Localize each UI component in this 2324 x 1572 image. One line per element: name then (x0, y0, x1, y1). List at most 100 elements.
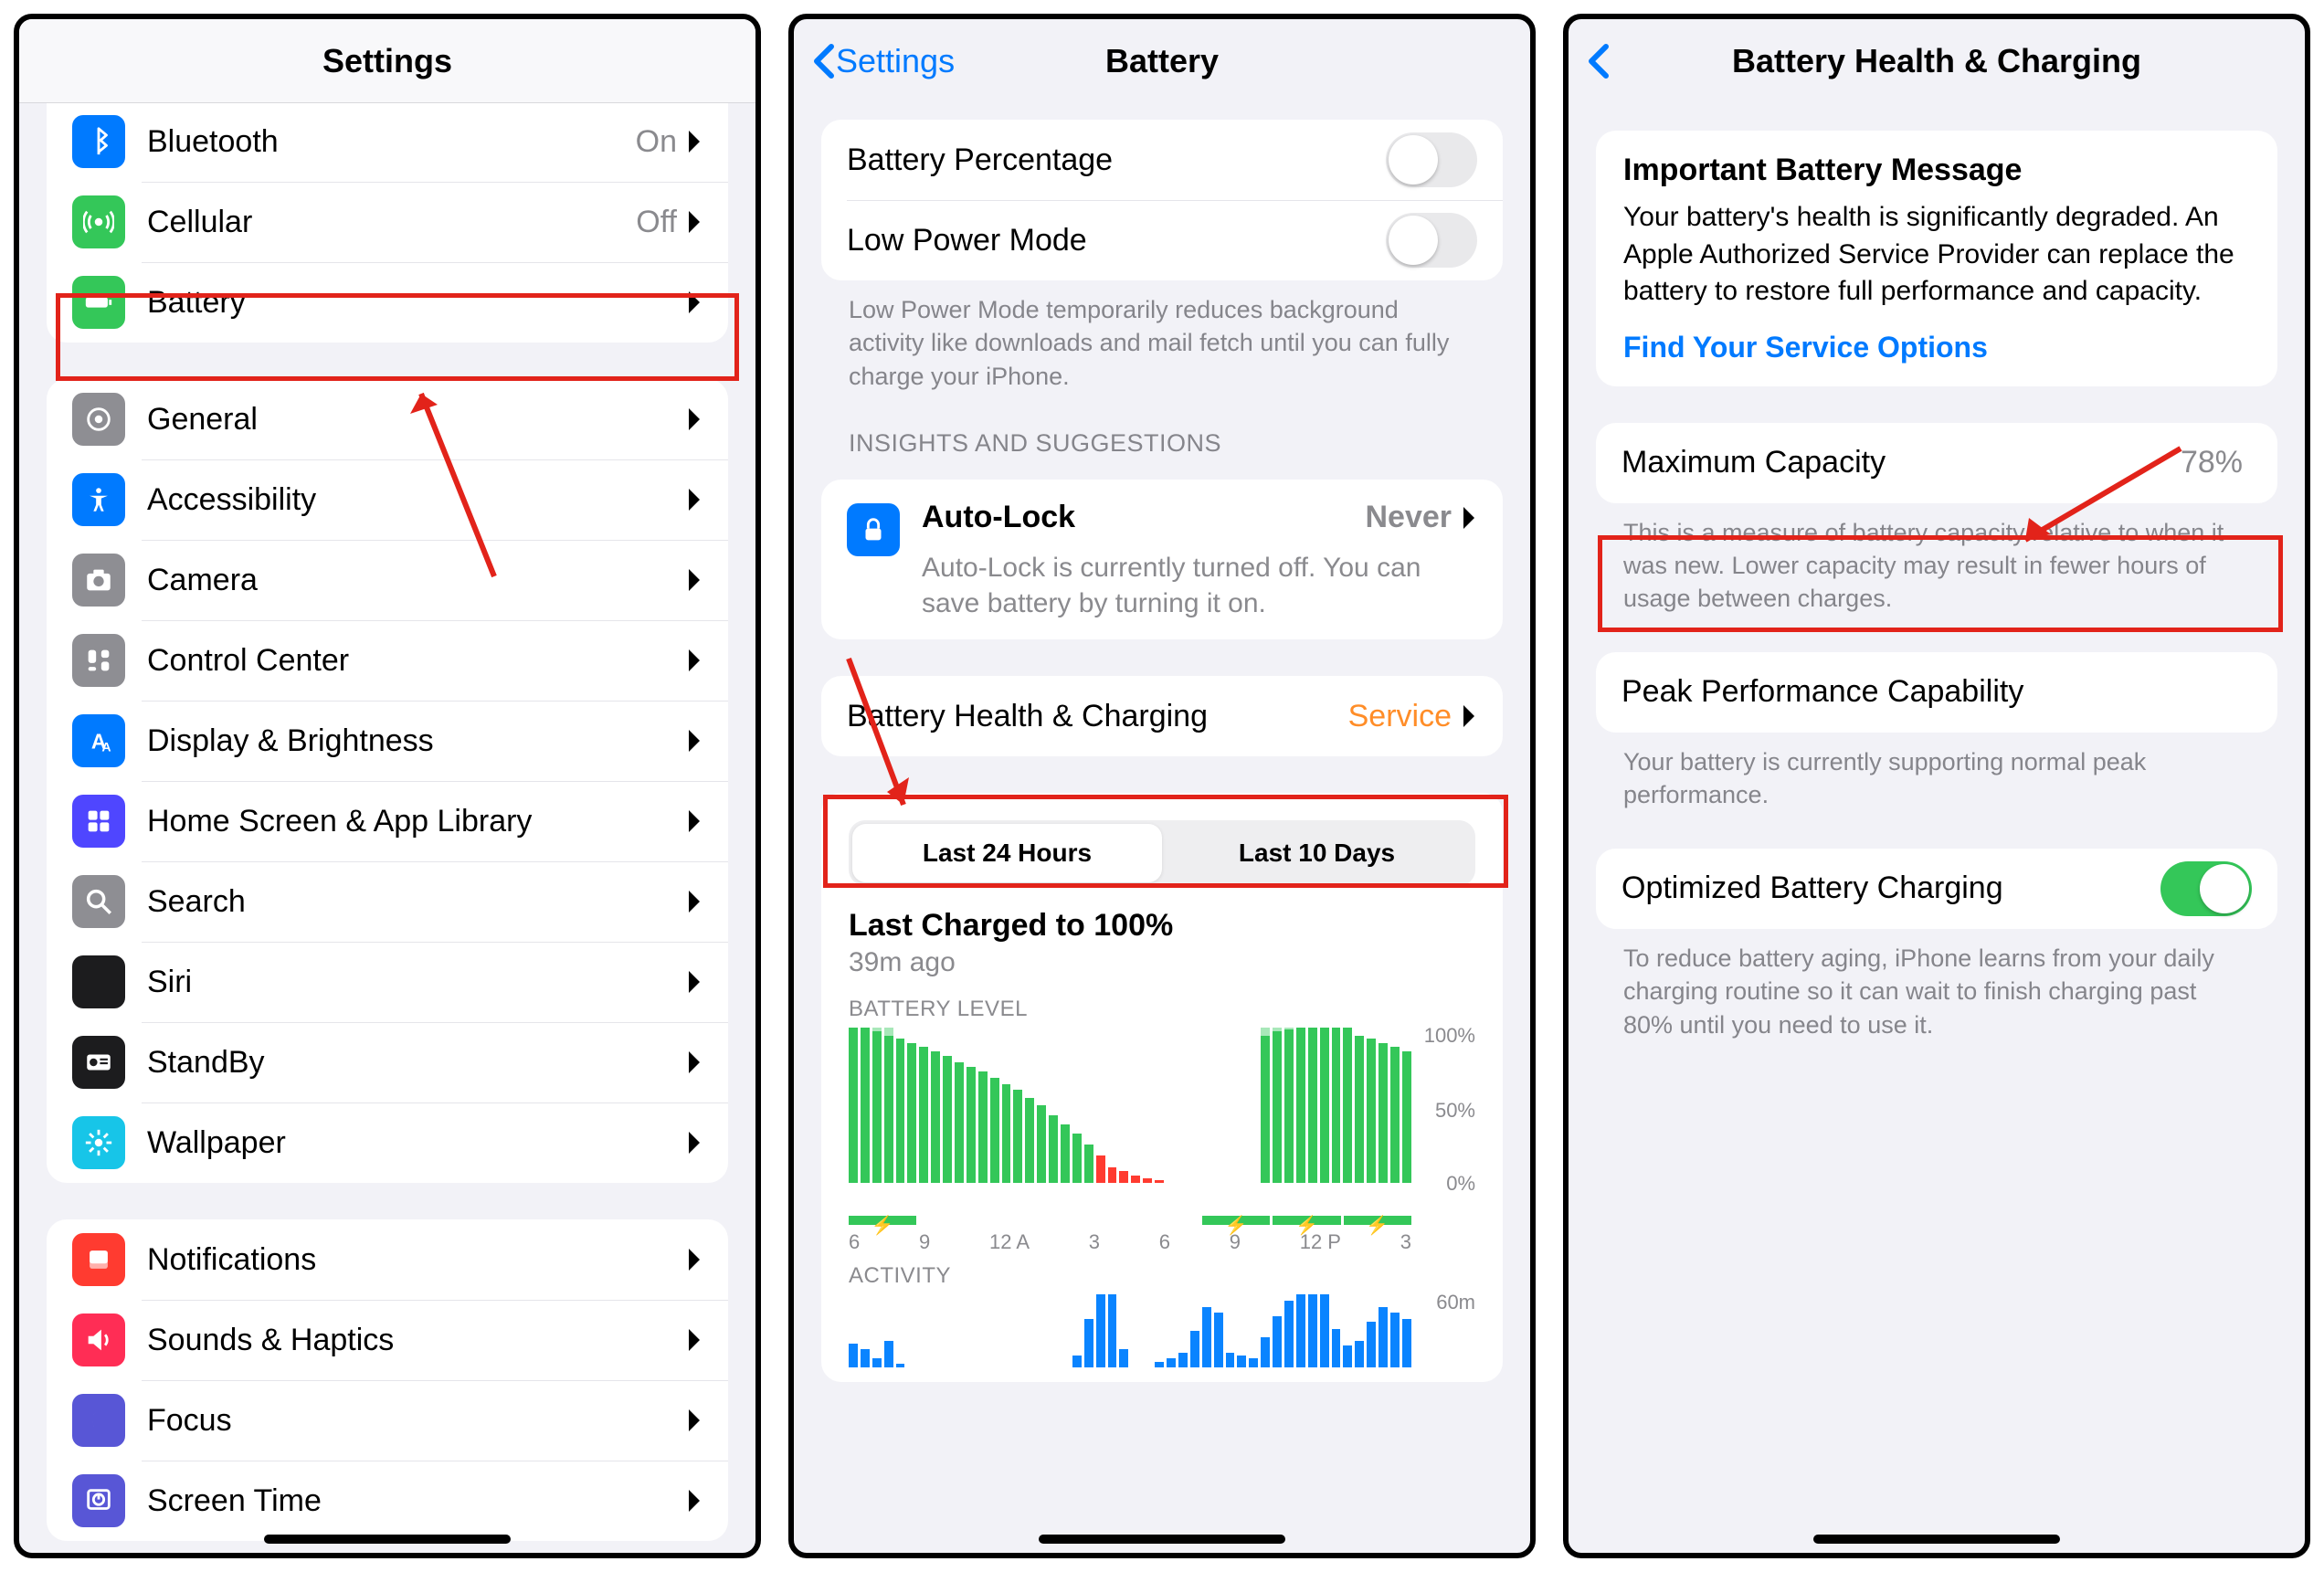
activity-chart: 60m (849, 1294, 1475, 1367)
camera-icon (72, 554, 125, 607)
toggle-low-power[interactable] (1386, 213, 1477, 268)
row-label: Search (147, 884, 686, 920)
chevron-icon (686, 888, 702, 915)
row-optimized-charging[interactable]: Optimized Battery Charging (1596, 849, 2277, 929)
back-button[interactable] (1587, 43, 1611, 79)
row-label: Auto-Lock (922, 500, 1075, 535)
service-options-link[interactable]: Find Your Service Options (1623, 331, 2250, 364)
footer-text: To reduce battery aging, iPhone learns f… (1596, 929, 2277, 1041)
settings-row-display-brightness[interactable]: Display & Brightness (47, 701, 728, 781)
important-battery-message: Important Battery Message Your battery's… (1596, 131, 2277, 386)
chevron-icon (686, 807, 702, 835)
chevron-icon (686, 1246, 702, 1273)
y-label-100: 100% (1424, 1024, 1475, 1048)
settings-row-sounds-haptics[interactable]: Sounds & Haptics (47, 1300, 728, 1380)
row-label: Low Power Mode (847, 223, 1386, 258)
screen-battery-health: Battery Health & Charging Important Batt… (1563, 14, 2310, 1558)
settings-row-notifications[interactable]: Notifications (47, 1219, 728, 1300)
page-title: Settings (322, 42, 452, 80)
row-desc: Auto-Lock is currently turned off. You c… (922, 550, 1477, 621)
cellular-icon (72, 195, 125, 248)
row-label: Wallpaper (147, 1125, 686, 1161)
homescreen-icon (72, 795, 125, 848)
screen-settings: Settings BluetoothOnCellularOffBattery G… (14, 14, 761, 1558)
annotation-highlight-battery (56, 293, 739, 381)
chevron-icon (686, 128, 702, 155)
toggle-battery-percentage[interactable] (1386, 132, 1477, 187)
settings-row-control-center[interactable]: Control Center (47, 620, 728, 701)
row-label: Home Screen & App Library (147, 804, 686, 839)
chevron-icon (686, 647, 702, 674)
bluetooth-icon (72, 115, 125, 168)
display-icon (72, 714, 125, 767)
chevron-icon (1461, 702, 1477, 730)
row-peak-performance[interactable]: Peak Performance Capability (1596, 652, 2277, 733)
back-button[interactable]: Settings (812, 42, 955, 80)
settings-row-wallpaper[interactable]: Wallpaper (47, 1103, 728, 1183)
lock-icon (847, 503, 900, 556)
section-header: INSIGHTS AND SUGGESTIONS (821, 429, 1503, 470)
chevron-icon (686, 1487, 702, 1514)
navbar: Battery Health & Charging (1569, 19, 2305, 103)
message-title: Important Battery Message (1623, 153, 2250, 188)
search-icon (72, 875, 125, 928)
chevron-icon (686, 486, 702, 513)
back-chevron-icon (812, 43, 836, 79)
settings-row-focus[interactable]: Focus (47, 1380, 728, 1461)
focus-icon (72, 1394, 125, 1447)
row-label: Battery Percentage (847, 142, 1386, 178)
chart-label-battery-level: BATTERY LEVEL (821, 997, 1503, 1028)
row-label: Cellular (147, 205, 636, 240)
chevron-icon (686, 1326, 702, 1354)
controlcenter-icon (72, 634, 125, 687)
settings-row-search[interactable]: Search (47, 861, 728, 942)
home-indicator (1039, 1535, 1285, 1544)
standby-icon (72, 1036, 125, 1089)
row-label: Peak Performance Capability (1622, 674, 2252, 710)
message-body: Your battery's health is significantly d… (1623, 199, 2250, 311)
screentime-icon (72, 1474, 125, 1527)
back-chevron-icon (1587, 43, 1611, 79)
annotation-arrow (830, 640, 940, 823)
navbar: Settings Battery (794, 19, 1530, 103)
chevron-icon (1461, 504, 1477, 532)
battery-level-chart: 100% 50% 0% (849, 1028, 1475, 1210)
chart-label-activity: ACTIVITY (821, 1263, 1503, 1294)
settings-row-cellular[interactable]: CellularOff (47, 182, 728, 262)
row-auto-lock[interactable]: Auto-Lock Never Auto-Lock is currently t… (821, 480, 1503, 639)
gear-icon (72, 393, 125, 446)
row-battery-percentage[interactable]: Battery Percentage (821, 120, 1503, 200)
annotation-arrow (366, 375, 549, 613)
back-label: Settings (836, 42, 955, 80)
row-low-power-mode[interactable]: Low Power Mode (821, 200, 1503, 280)
row-label: Control Center (147, 643, 686, 679)
last-charged-sub: 39m ago (821, 944, 1503, 997)
notifications-icon (72, 1233, 125, 1286)
chevron-icon (686, 1129, 702, 1156)
chevron-icon (686, 406, 702, 433)
navbar: Settings (19, 19, 755, 103)
settings-row-bluetooth[interactable]: BluetoothOn (47, 103, 728, 182)
screen-battery: Settings Battery Battery Percentage Low … (788, 14, 1536, 1558)
accessibility-icon (72, 473, 125, 526)
toggle-optimized-charging[interactable] (2160, 861, 2252, 916)
settings-row-screen-time[interactable]: Screen Time (47, 1461, 728, 1541)
row-value: Never (1365, 500, 1452, 535)
chevron-icon (686, 208, 702, 236)
row-label: Optimized Battery Charging (1622, 870, 2160, 906)
footer-text: Your battery is currently supporting nor… (1596, 733, 2277, 812)
row-label: Notifications (147, 1242, 686, 1278)
chevron-icon (686, 566, 702, 594)
chevron-icon (686, 1407, 702, 1434)
chevron-icon (686, 727, 702, 754)
row-label: Screen Time (147, 1483, 686, 1519)
footer-text: Low Power Mode temporarily reduces backg… (821, 280, 1503, 393)
settings-row-home-screen-app-library[interactable]: Home Screen & App Library (47, 781, 728, 861)
annotation-arrow (1989, 439, 2199, 558)
y-label-0: 0% (1446, 1172, 1475, 1196)
home-indicator (1813, 1535, 2060, 1544)
last-charged-title: Last Charged to 100% (821, 902, 1503, 944)
settings-row-standby[interactable]: StandBy (47, 1022, 728, 1103)
settings-row-siri[interactable]: Siri (47, 942, 728, 1022)
sounds-icon (72, 1314, 125, 1366)
